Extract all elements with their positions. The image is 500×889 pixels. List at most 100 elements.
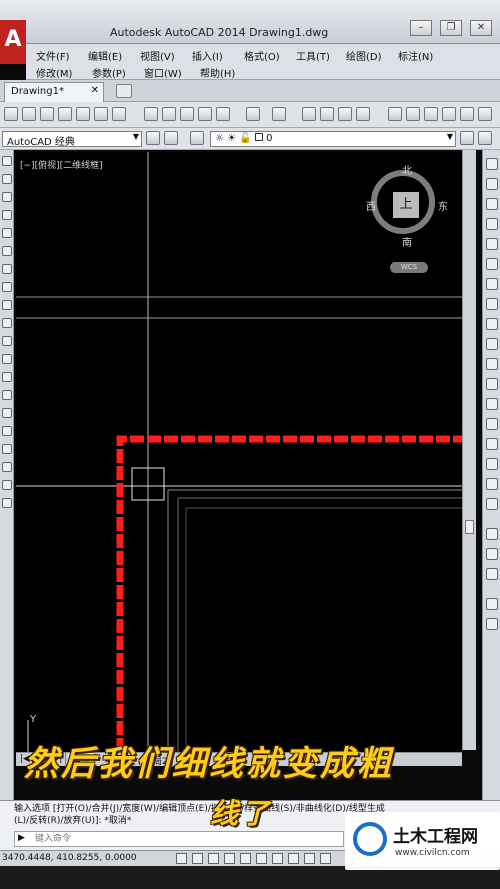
plot-icon[interactable] <box>58 107 72 121</box>
menu-parametric[interactable]: 参数(P) <box>92 65 126 80</box>
chamfer-icon[interactable] <box>486 438 498 450</box>
minimize-button[interactable]: – <box>410 20 432 36</box>
copy-object-icon[interactable] <box>486 178 498 190</box>
compass-east[interactable]: 东 <box>438 198 448 213</box>
menu-window[interactable]: 窗口(W) <box>144 65 182 80</box>
table-icon[interactable] <box>2 462 12 472</box>
menu-modify[interactable]: 修改(M) <box>36 65 72 80</box>
object-snap-icon[interactable] <box>256 853 267 864</box>
redo-icon[interactable] <box>272 107 286 121</box>
compass-west[interactable]: 西 <box>366 198 376 213</box>
arc-icon[interactable] <box>2 246 12 256</box>
group-icon[interactable] <box>486 548 498 560</box>
join-icon[interactable] <box>486 418 498 430</box>
menu-edit[interactable]: 编辑(E) <box>88 48 122 63</box>
close-button[interactable]: ✕ <box>470 20 492 36</box>
draw-order-icon[interactable] <box>486 528 498 540</box>
line-icon[interactable] <box>2 156 12 166</box>
trim-icon[interactable] <box>486 338 498 350</box>
layer-previous-icon[interactable] <box>478 131 492 145</box>
preview-icon[interactable] <box>76 107 90 121</box>
grid-display-icon[interactable] <box>208 853 219 864</box>
gear-icon[interactable] <box>146 131 160 145</box>
copy-icon[interactable] <box>162 107 176 121</box>
properties-icon[interactable] <box>388 107 402 121</box>
dynamic-input-icon[interactable] <box>320 853 331 864</box>
ellipse-icon[interactable] <box>2 318 12 328</box>
explode-icon[interactable] <box>486 498 498 510</box>
pan-icon[interactable] <box>302 107 316 121</box>
menu-dimension[interactable]: 标注(N) <box>398 48 433 63</box>
compass-north[interactable]: 北 <box>402 162 412 177</box>
scale-icon[interactable] <box>486 298 498 310</box>
polyline-icon[interactable] <box>2 192 12 202</box>
calculator-icon[interactable] <box>478 107 492 121</box>
break-at-point-icon[interactable] <box>486 378 498 390</box>
polygon-icon[interactable] <box>2 210 12 220</box>
sheet-set-icon[interactable] <box>442 107 456 121</box>
block-editor-icon[interactable] <box>216 107 230 121</box>
scroll-thumb[interactable] <box>465 520 474 534</box>
menu-insert[interactable]: 插入(I) <box>192 48 223 63</box>
markup-icon[interactable] <box>460 107 474 121</box>
coordinate-readout[interactable]: 3470.4448, 410.8255, 0.0000 <box>2 853 137 863</box>
object-snap-tracking-icon[interactable] <box>288 853 299 864</box>
extend-icon[interactable] <box>486 358 498 370</box>
gradient-icon[interactable] <box>2 426 12 436</box>
menu-format[interactable]: 格式(O) <box>244 48 280 63</box>
polar-tracking-icon[interactable] <box>240 853 251 864</box>
workspace-dropdown[interactable]: AutoCAD 经典 ▼ <box>2 131 142 147</box>
spline-icon[interactable] <box>2 300 12 310</box>
command-input[interactable] <box>35 833 335 845</box>
break-icon[interactable] <box>486 398 498 410</box>
close-tab-icon[interactable]: ✕ <box>91 85 99 96</box>
circle-icon[interactable] <box>2 264 12 274</box>
rectangle-icon[interactable] <box>2 228 12 238</box>
match-properties-icon[interactable] <box>198 107 212 121</box>
dimension-style-icon[interactable] <box>486 618 498 630</box>
erase-icon[interactable] <box>486 158 498 170</box>
zoom-previous-icon[interactable] <box>356 107 370 121</box>
array-icon[interactable] <box>486 238 498 250</box>
open-file-icon[interactable] <box>22 107 36 121</box>
point-icon[interactable] <box>2 390 12 400</box>
3d-object-snap-icon[interactable] <box>272 853 283 864</box>
design-center-icon[interactable] <box>406 107 420 121</box>
layer-dropdown[interactable]: ☼ ☀ 🔓 0 ▼ <box>210 131 456 147</box>
workspace-lock-icon[interactable] <box>164 131 178 145</box>
cut-icon[interactable] <box>144 107 158 121</box>
viewport-controls[interactable]: [−][俯视][二维线框] <box>20 158 103 171</box>
hatch-icon[interactable] <box>2 408 12 418</box>
infer-constraints-icon[interactable] <box>176 853 187 864</box>
publish-icon[interactable] <box>94 107 108 121</box>
snap-mode-icon[interactable] <box>192 853 203 864</box>
save-icon[interactable] <box>40 107 54 121</box>
multiline-text-icon[interactable] <box>2 480 12 490</box>
add-selected-icon[interactable] <box>2 498 12 508</box>
drawing-canvas[interactable]: [−][俯视][二维线框] 上 北 南 东 西 WCS Y <box>16 152 462 752</box>
menu-help[interactable]: 帮助(H) <box>200 65 235 80</box>
maximize-button[interactable]: ❐ <box>440 20 462 36</box>
new-file-icon[interactable] <box>4 107 18 121</box>
undo-icon[interactable] <box>246 107 260 121</box>
tab-drawing1[interactable]: Drawing1* ✕ <box>4 82 104 102</box>
menu-tools[interactable]: 工具(T) <box>296 48 330 63</box>
paste-icon[interactable] <box>180 107 194 121</box>
vertical-scrollbar[interactable] <box>462 150 476 750</box>
make-current-layer-icon[interactable] <box>460 131 474 145</box>
viewcube-top-face[interactable]: 上 <box>393 192 419 218</box>
menu-file[interactable]: 文件(F) <box>36 48 70 63</box>
text-style-icon[interactable] <box>486 598 498 610</box>
ellipse-arc-icon[interactable] <box>2 336 12 346</box>
layer-properties-icon[interactable] <box>190 131 204 145</box>
menu-draw[interactable]: 绘图(D) <box>346 48 382 63</box>
ungroup-icon[interactable] <box>486 568 498 580</box>
zoom-window-icon[interactable] <box>338 107 352 121</box>
menu-view[interactable]: 视图(V) <box>140 48 175 63</box>
construction-line-icon[interactable] <box>2 174 12 184</box>
compass-south[interactable]: 南 <box>402 234 412 249</box>
region-icon[interactable] <box>2 444 12 454</box>
make-block-icon[interactable] <box>2 372 12 382</box>
zoom-realtime-icon[interactable] <box>320 107 334 121</box>
fillet-icon[interactable] <box>486 458 498 470</box>
